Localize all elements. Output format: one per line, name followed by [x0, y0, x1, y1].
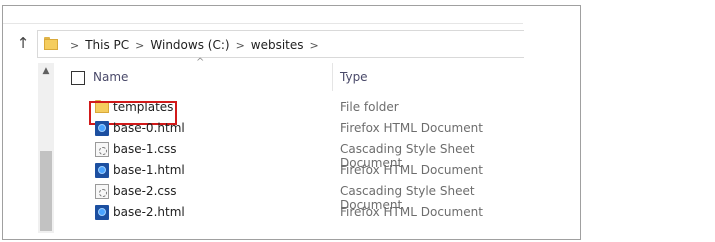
column-divider[interactable]: [332, 63, 333, 91]
breadcrumb-windows-c[interactable]: Windows (C:): [150, 38, 229, 52]
navigation-bar: ↑ > This PC > Windows (C:) > websites >: [3, 28, 524, 58]
html-file-icon: [95, 163, 109, 178]
breadcrumb-this-pc[interactable]: This PC: [85, 38, 129, 52]
breadcrumb: > This PC > Windows (C:) > websites >: [64, 37, 325, 53]
file-row[interactable]: base-2.html Firefox HTML Document: [3, 202, 523, 223]
file-name: base-1.css: [113, 142, 177, 156]
file-type: File folder: [340, 100, 399, 114]
up-arrow-icon[interactable]: ↑: [15, 35, 31, 51]
file-row[interactable]: base-1.html Firefox HTML Document: [3, 160, 523, 181]
chevron-right-icon[interactable]: >: [310, 39, 319, 52]
sort-ascending-icon: ^: [196, 57, 205, 68]
folder-icon: [44, 37, 58, 50]
file-name: base-2.html: [113, 205, 185, 219]
file-name: base-2.css: [113, 184, 177, 198]
scroll-up-icon[interactable]: ▲: [38, 63, 54, 79]
column-header-type[interactable]: Type: [340, 63, 368, 91]
html-file-icon: [95, 121, 109, 136]
file-type: Firefox HTML Document: [340, 205, 483, 219]
file-name: base-0.html: [113, 121, 185, 135]
column-header-name[interactable]: Name: [93, 63, 128, 91]
chevron-right-icon[interactable]: >: [70, 39, 79, 52]
file-row[interactable]: base-2.css Cascading Style Sheet Documen…: [3, 181, 523, 212]
file-type: Firefox HTML Document: [340, 121, 483, 135]
select-all-checkbox[interactable]: [71, 71, 85, 85]
css-file-icon: [95, 142, 109, 157]
file-name: base-1.html: [113, 163, 185, 177]
html-file-icon: [95, 205, 109, 220]
file-row[interactable]: base-1.css Cascading Style Sheet Documen…: [3, 139, 523, 170]
address-bar[interactable]: > This PC > Windows (C:) > websites >: [37, 30, 524, 58]
chevron-right-icon[interactable]: >: [236, 39, 245, 52]
css-file-icon: [95, 184, 109, 199]
breadcrumb-websites[interactable]: websites: [251, 38, 304, 52]
explorer-window: ↑ > This PC > Windows (C:) > websites > …: [2, 5, 581, 240]
file-row[interactable]: base-0.html Firefox HTML Document: [3, 118, 523, 139]
file-row-templates[interactable]: templates File folder: [3, 97, 523, 118]
ribbon-edge: [3, 6, 523, 24]
file-type: Firefox HTML Document: [340, 163, 483, 177]
chevron-right-icon[interactable]: >: [135, 39, 144, 52]
